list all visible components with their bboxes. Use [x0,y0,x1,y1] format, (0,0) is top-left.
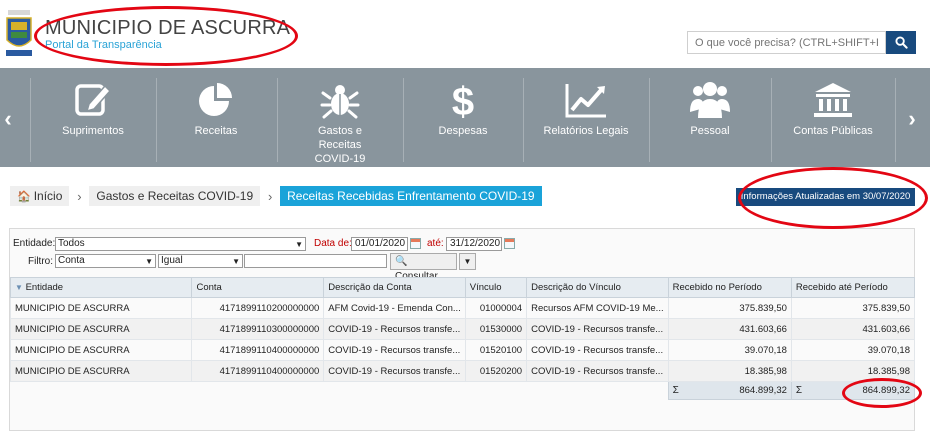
updated-badge: Informações Atualizadas em 30/07/2020 [736,188,915,206]
nav-item-relatorios[interactable]: Relatórios Legais [523,68,649,167]
entidade-select[interactable]: Todos ▼ [55,237,306,251]
nav-item-despesas[interactable]: $ Despesas [403,68,523,167]
home-icon: 🏠 [17,191,31,203]
ate-label: até: [427,238,444,249]
chevron-right-icon: › [77,188,82,204]
search-button[interactable] [886,31,916,54]
table-header-row: ▼ Entidade Conta Descrição da Conta Vínc… [9,277,916,298]
total-recebido-periodo: Σ 864.899,32 [667,381,792,400]
filtro-label: Filtro: [28,256,53,267]
bank-icon [814,83,852,117]
nav-item-receitas[interactable]: Receitas [156,68,276,167]
header: MUNICIPIO DE ASCURRA Portal da Transparê… [0,0,930,68]
search-icon: 🔍 [395,256,408,267]
column-header-vinculo[interactable]: Vínculo [464,277,528,298]
page: MUNICIPIO DE ASCURRA Portal da Transparê… [0,0,930,431]
filtro-campo-select[interactable]: Conta ▼ [55,254,156,268]
breadcrumb-covid[interactable]: Gastos e Receitas COVID-19 [89,186,261,206]
dollar-icon: $ [452,80,474,120]
nav-label: Despesas [438,125,488,137]
nav-label: Suprimentos [62,125,124,137]
column-header-descricao-conta[interactable]: Descrição da Conta [323,277,466,298]
search-icon [894,36,908,49]
chevron-down-icon: ▼ [145,257,153,266]
receitas-table: ▼ Entidade Conta Descrição da Conta Vínc… [9,277,916,400]
nav-label: Gastos e Receitas COVID-19 [314,125,366,165]
table-row[interactable]: MUNICIPIO DE ASCURRA 4171899110400000000… [9,360,916,382]
nav-item-suprimentos[interactable]: Suprimentos [30,68,156,167]
column-header-recebido-ate[interactable]: Recebido até Período [790,277,916,298]
nav-item-contas-publicas[interactable]: Contas Públicas [771,68,895,167]
bug-icon [320,85,360,119]
calendar-icon[interactable] [410,238,421,249]
nav-prev-arrow-icon[interactable]: ‹ [0,106,16,132]
search-input[interactable] [687,31,886,54]
pie-chart-icon [199,83,232,116]
nav-divider [895,78,896,162]
data-de-label: Data de: [314,238,352,249]
calendar-icon[interactable] [504,238,515,249]
table-row[interactable]: MUNICIPIO DE ASCURRA 4171899110300000000… [9,318,916,340]
edit-icon [75,84,112,116]
municipal-crest-icon [6,10,32,56]
breadcrumb: 🏠 Início › Gastos e Receitas COVID-19 › R… [10,186,542,206]
nav-label: Contas Públicas [793,125,873,137]
consultar-options-chevron-down-icon[interactable]: ▼ [459,253,476,270]
chevron-down-icon: ▼ [232,257,240,266]
nav-item-pessoal[interactable]: Pessoal [649,68,771,167]
nav-label: Relatórios Legais [543,125,629,137]
column-header-conta[interactable]: Conta [191,277,325,298]
data-de-input[interactable]: 01/01/2020 [351,237,408,251]
nav-next-arrow-icon[interactable]: › [904,106,920,132]
nav-label: Pessoal [690,125,730,137]
svg-text:$: $ [452,80,474,120]
column-header-descricao-vinculo[interactable]: Descrição do Vínculo [526,277,669,298]
nav-item-covid[interactable]: Gastos e Receitas COVID-19 [277,68,403,167]
table-row[interactable]: MUNICIPIO DE ASCURRA 4171899110200000000… [9,297,916,319]
main-nav: ‹ Suprimentos Receitas Gastos e Receitas… [0,68,930,167]
entidade-label: Entidade: [13,238,56,249]
site-subtitle[interactable]: Portal da Transparência [45,39,162,51]
breadcrumb-home[interactable]: 🏠 Início [10,186,70,206]
users-icon [690,82,730,118]
ate-input[interactable]: 31/12/2020 [446,237,502,251]
consultar-button[interactable]: 🔍 Consultar [390,253,457,282]
site-title: MUNICIPIO DE ASCURRA [45,17,291,39]
table-totals-row: Σ 864.899,32 Σ 864.899,32 [11,381,916,400]
chevron-right-icon: › [267,188,273,204]
nav-label: Receitas [194,125,238,137]
filtro-operador-select[interactable]: Igual ▼ [158,254,243,268]
breadcrumb-current: Receitas Recebidas Enfrentamento COVID-1… [280,186,542,206]
filtro-texto-input[interactable] [244,254,387,268]
column-header-recebido-periodo[interactable]: Recebido no Período [667,277,792,298]
line-chart-icon [565,84,606,118]
total-recebido-ate: Σ 864.899,32 [790,381,916,400]
chevron-down-icon: ▼ [295,240,303,249]
table-row[interactable]: MUNICIPIO DE ASCURRA 4171899110400000000… [9,339,916,361]
column-header-entidade[interactable]: ▼ Entidade [9,277,193,298]
